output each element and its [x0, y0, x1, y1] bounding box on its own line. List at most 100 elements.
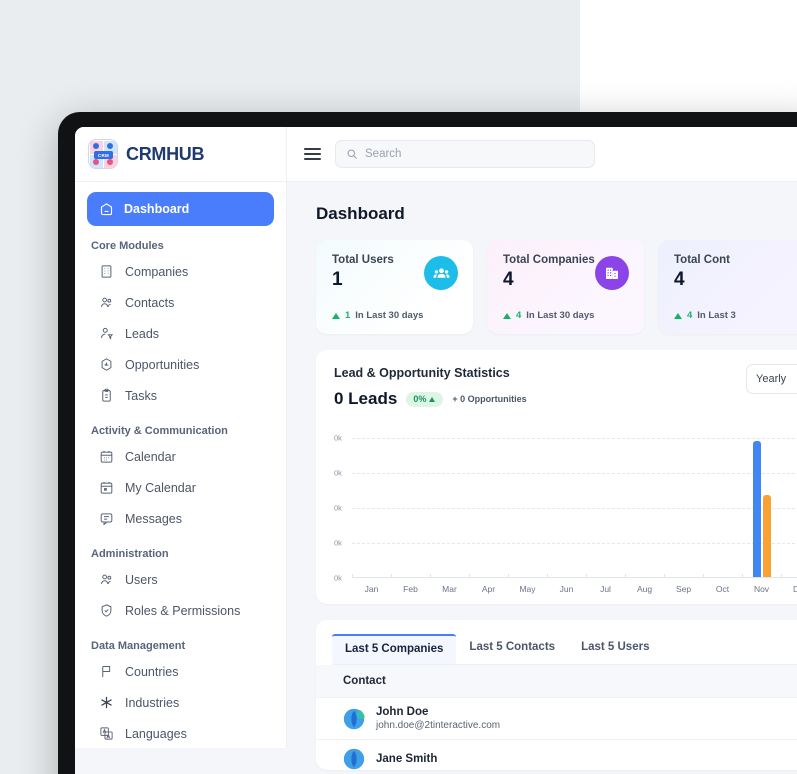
- chart-headline: 0 Leads: [334, 389, 398, 408]
- search-placeholder: Search: [365, 148, 402, 160]
- sidebar-group-core-modules: Core Modules: [91, 240, 164, 252]
- trend-up-icon: [332, 312, 340, 319]
- stat-card-total-companies[interactable]: Total Companies 4 4 In Last 30 days: [487, 240, 644, 334]
- gridline: [352, 543, 797, 544]
- asterisk-icon: [101, 696, 112, 709]
- search-input[interactable]: Search: [335, 140, 595, 168]
- sidebar-item-label: Opportunities: [125, 357, 200, 372]
- x-axis-tick-label: Aug: [636, 584, 653, 594]
- person-filter-icon: [101, 327, 114, 340]
- sidebar-item-label: Countries: [125, 664, 179, 679]
- table-row[interactable]: John Doe john.doe@2tinteractive.com: [316, 697, 797, 739]
- x-axis-tick-label: Mar: [442, 584, 457, 594]
- sidebar-group-activity: Activity & Communication: [91, 425, 228, 437]
- x-axis-tick-label: Nov: [753, 584, 770, 594]
- topbar: Search: [287, 127, 797, 182]
- chart-range-select[interactable]: Yearly: [746, 364, 797, 394]
- sidebar-item-roles-permissions[interactable]: Roles & Permissions: [87, 595, 274, 626]
- bar-leads-nov[interactable]: [752, 441, 761, 577]
- x-axis-tick-label: May: [519, 584, 536, 594]
- globe-avatar: [343, 708, 365, 729]
- stat-card-footer: 4 In Last 30 days: [503, 310, 594, 321]
- y-axis-tick-label: 0k: [334, 433, 342, 443]
- sidebar-item-opportunities[interactable]: Opportunities: [87, 349, 274, 380]
- bar-opportunities-nov[interactable]: [762, 495, 771, 577]
- chat-icon: [100, 513, 113, 526]
- sidebar-item-label: Leads: [125, 326, 160, 341]
- sidebar-item-countries[interactable]: Countries: [87, 656, 274, 687]
- calendar-icon: [100, 450, 113, 463]
- sidebar-item-industries[interactable]: Industries: [87, 687, 274, 718]
- table-row[interactable]: Jane Smith: [316, 739, 797, 770]
- sidebar-item-leads[interactable]: Leads: [87, 318, 274, 349]
- chart-summary: 0 Leads 0% + 0 Opportunities: [334, 389, 797, 409]
- stat-card-period: In Last 30 days: [355, 310, 424, 321]
- sidebar-item-label: Tasks: [125, 388, 157, 403]
- x-axis-tick: [625, 574, 626, 578]
- table-column-header-contact: Contact: [316, 665, 797, 697]
- y-axis-tick-label: 0k: [334, 503, 342, 513]
- sidebar-item-tasks[interactable]: Tasks: [87, 380, 274, 411]
- sidebar-item-label: Companies: [125, 264, 189, 279]
- sidebar-item-label: Languages: [125, 726, 187, 741]
- dashboard-icon: [100, 202, 113, 215]
- x-axis-tick: [469, 574, 470, 578]
- chart-subtext: + 0 Opportunities: [452, 394, 527, 404]
- trend-up-icon: [674, 312, 682, 319]
- tab-last-5-companies[interactable]: Last 5 Companies: [332, 634, 457, 664]
- gridline: [352, 438, 797, 439]
- stat-card-delta: 1: [345, 310, 351, 321]
- x-axis-tick: [352, 574, 353, 578]
- brand[interactable]: CRM CRMHUB: [75, 127, 286, 182]
- recent-lists-panel: Last 5 Companies Last 5 Contacts Last 5 …: [316, 620, 797, 770]
- sidebar-item-my-calendar[interactable]: My Calendar: [87, 472, 274, 503]
- sidebar-item-contacts[interactable]: Contacts: [87, 287, 274, 318]
- x-axis-tick-label: Apr: [481, 584, 496, 594]
- main-content: Search Dashboard Total Users 1 1 In Last…: [287, 127, 797, 774]
- x-axis-tick-label: Jan: [364, 584, 379, 594]
- stat-card-total-users[interactable]: Total Users 1 1 In Last 30 days: [316, 240, 473, 334]
- sidebar-item-users[interactable]: Users: [87, 564, 274, 595]
- clipboard-icon: [102, 388, 111, 402]
- x-axis-tick: [664, 574, 665, 578]
- crmhub-logo-icon: CRM: [88, 139, 118, 169]
- flag-icon: [102, 666, 111, 678]
- x-axis-tick-label: Oct: [715, 584, 730, 594]
- building-icon: [101, 265, 112, 278]
- x-axis-tick-label: Sep: [675, 584, 692, 594]
- sidebar-group-data-management: Data Management: [91, 640, 186, 652]
- y-axis-tick-label: 0k: [334, 573, 342, 583]
- stat-card-period: In Last 3: [697, 310, 736, 321]
- sidebar-item-label: Messages: [125, 511, 182, 526]
- sidebar-item-languages[interactable]: Languages: [87, 718, 274, 748]
- page-title: Dashboard: [316, 204, 405, 223]
- stat-card-footer: 4 In Last 3: [674, 310, 736, 321]
- hamburger-icon[interactable]: [304, 147, 321, 161]
- row-name: Jane Smith: [376, 753, 438, 765]
- sidebar: CRM CRMHUB Dashboard Core Modules Compan…: [75, 127, 287, 748]
- globe-avatar: [343, 748, 365, 770]
- sidebar-item-dashboard[interactable]: Dashboard: [87, 192, 274, 226]
- sidebar-item-companies[interactable]: Companies: [87, 256, 274, 287]
- stat-card-total-contacts[interactable]: Total Cont 4 4 In Last 3: [658, 240, 797, 334]
- sidebar-item-label: Calendar: [125, 449, 176, 464]
- trend-up-icon: [429, 396, 436, 402]
- chart-change-badge: 0%: [406, 391, 444, 407]
- tab-last-5-contacts[interactable]: Last 5 Contacts: [456, 634, 568, 664]
- x-axis-tick-label: Jun: [559, 584, 574, 594]
- chart-plot-area: 0k 0k 0k 0k 0k Jan Feb Mar Apr May Jun Jul Aug Sep Oct…: [334, 434, 797, 594]
- group-icon: [424, 256, 458, 290]
- x-axis-tick: [703, 574, 704, 578]
- x-axis-tick: [586, 574, 587, 578]
- sidebar-group-administration: Administration: [91, 548, 169, 560]
- stat-card-delta: 4: [687, 310, 693, 321]
- chart-range-value: Yearly: [756, 373, 787, 385]
- translate-icon: [100, 727, 113, 740]
- stat-card-value: 4: [674, 269, 685, 290]
- stat-card-footer: 1 In Last 30 days: [332, 310, 423, 321]
- sidebar-item-messages[interactable]: Messages: [87, 503, 274, 534]
- sidebar-item-label: Contacts: [125, 295, 175, 310]
- tab-last-5-users[interactable]: Last 5 Users: [568, 634, 662, 664]
- sidebar-item-calendar[interactable]: Calendar: [87, 441, 274, 472]
- stat-cards: Total Users 1 1 In Last 30 days Total Co…: [287, 224, 797, 334]
